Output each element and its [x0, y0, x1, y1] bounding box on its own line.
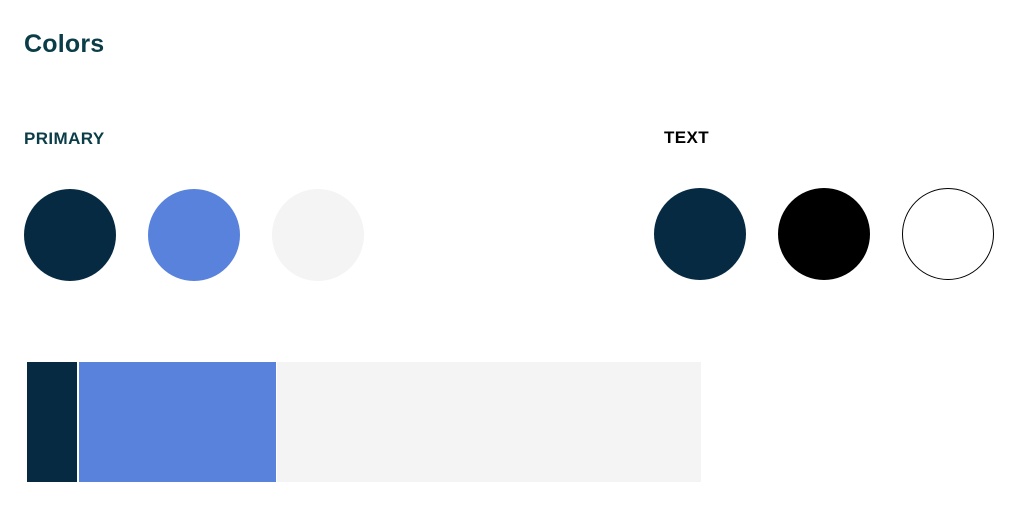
- primary-swatch-light-gray: [272, 189, 364, 281]
- palette-segment-cornflower-blue: [79, 362, 276, 482]
- page-title: Colors: [24, 30, 105, 58]
- text-swatch-white: [902, 188, 994, 280]
- text-swatch-row: [654, 188, 994, 280]
- palette-segment-light-gray: [277, 362, 701, 482]
- primary-section-label: PRIMARY: [24, 129, 105, 148]
- palette-bar: [27, 362, 701, 482]
- text-swatch-dark-navy: [654, 188, 746, 280]
- primary-swatch-row: [24, 189, 364, 281]
- primary-swatch-dark-navy: [24, 189, 116, 281]
- text-swatch-black: [778, 188, 870, 280]
- text-section-label: TEXT: [664, 128, 710, 147]
- primary-swatch-cornflower-blue: [148, 189, 240, 281]
- palette-segment-dark-navy: [27, 362, 77, 482]
